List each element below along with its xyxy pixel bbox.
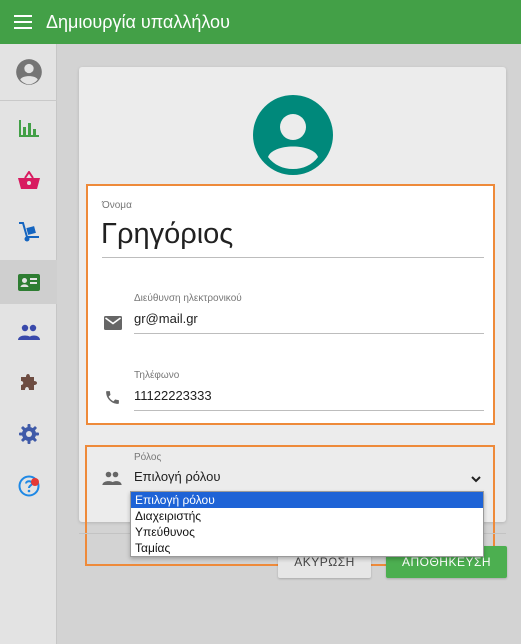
gear-icon	[18, 424, 39, 444]
name-underline	[102, 257, 484, 258]
hand-truck-icon	[18, 222, 39, 242]
badge-card-icon	[17, 273, 40, 291]
role-option[interactable]: Υπεύθυνος	[131, 524, 483, 540]
people-icon	[17, 324, 40, 340]
menu-button[interactable]	[0, 0, 46, 44]
role-option[interactable]: Επιλογή ρόλου	[131, 492, 483, 508]
sidebar-item-profile[interactable]	[0, 50, 57, 94]
email-underline	[134, 333, 484, 334]
account-circle-icon	[15, 59, 42, 85]
email-icon	[104, 316, 122, 330]
notification-badge	[31, 478, 39, 486]
sidebar-divider	[0, 100, 57, 101]
people-icon	[102, 471, 122, 485]
shopping-basket-icon	[17, 171, 40, 189]
role-option[interactable]: Διαχειριστής	[131, 508, 483, 524]
sidebar-item-users[interactable]	[0, 310, 57, 354]
sidebar-item-settings[interactable]	[0, 412, 57, 456]
email-input[interactable]: gr@mail.gr	[134, 311, 198, 326]
hamburger-menu-icon	[14, 15, 32, 29]
page-title: Δημιουργία υπαλλήλου	[46, 11, 230, 32]
sidebar-item-help[interactable]	[0, 464, 57, 508]
phone-underline	[134, 410, 484, 411]
bar-chart-icon	[18, 120, 39, 137]
role-option[interactable]: Ταμίας	[131, 540, 483, 556]
phone-icon	[106, 391, 119, 404]
sidebar-item-sales[interactable]	[0, 158, 57, 202]
role-select[interactable]: Επιλογή ρόλου	[134, 469, 220, 484]
email-label: Διεύθυνση ηλεκτρονικού	[134, 293, 242, 304]
sidebar-item-inventory[interactable]	[0, 210, 57, 254]
name-label: Όνομα	[102, 200, 132, 211]
role-label: Ρόλος	[134, 452, 162, 463]
sidebar-item-statistics[interactable]	[0, 106, 57, 150]
sidebar-item-employees[interactable]	[0, 260, 57, 304]
role-dropdown-list: Επιλογή ρόλου Διαχειριστής Υπεύθυνος Ταμ…	[130, 491, 484, 557]
phone-input[interactable]: 11122223333	[134, 388, 212, 403]
chevron-down-icon[interactable]	[469, 472, 483, 486]
employee-avatar-icon[interactable]	[253, 95, 333, 175]
puzzle-icon	[20, 374, 37, 390]
name-input[interactable]: Γρηγόριος	[101, 218, 233, 251]
sidebar-item-extensions[interactable]	[0, 360, 57, 404]
app-bar: Δημιουργία υπαλλήλου	[0, 0, 521, 44]
sidebar	[0, 44, 57, 644]
phone-label: Τηλέφωνο	[134, 370, 180, 381]
